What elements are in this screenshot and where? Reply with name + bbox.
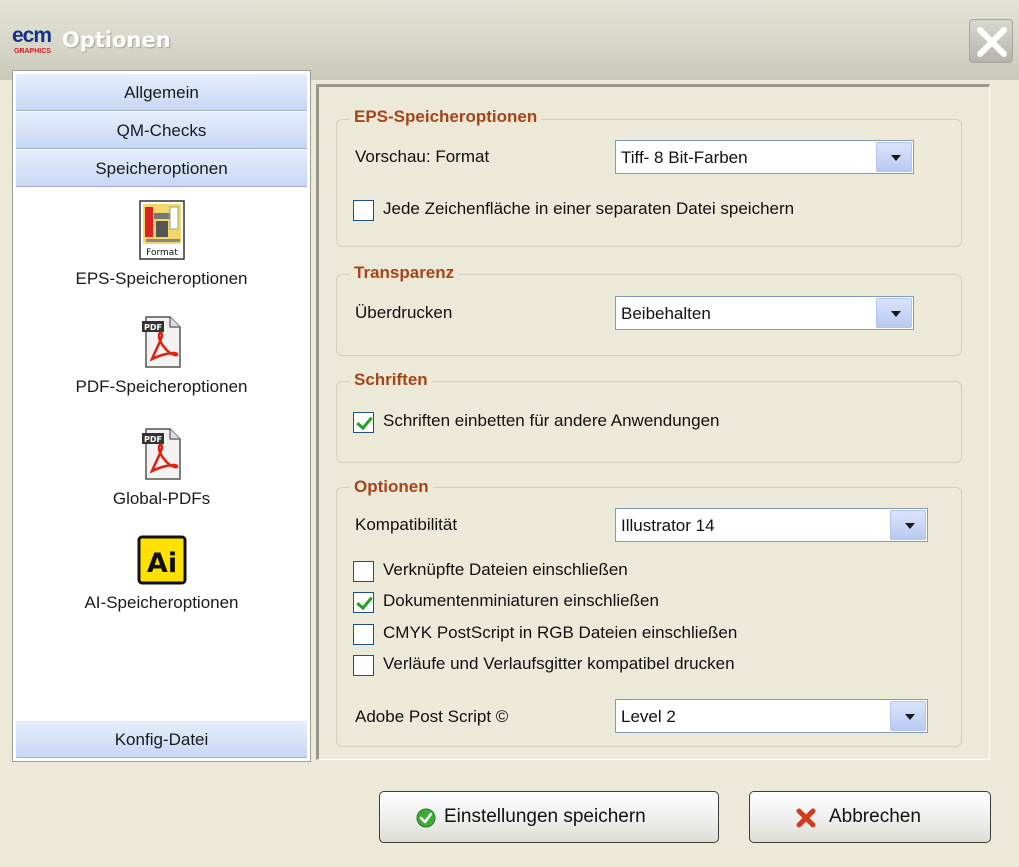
compat-value: Illustrator 14 — [621, 516, 715, 535]
category-sidebar: Allgemein QM-Checks Speicheroptionen For… — [12, 70, 311, 762]
checkbox-label: CMYK PostScript in RGB Dateien einschlie… — [383, 623, 738, 642]
cancel-button-label: Abbrechen — [829, 806, 921, 827]
transparency-group-title: Transparenz — [350, 263, 459, 283]
overprint-value: Beibehalten — [621, 304, 711, 323]
logo-text: ecm — [12, 24, 52, 47]
cancel-x-icon — [796, 808, 816, 828]
tab-speicheroptionen[interactable]: Speicheroptionen — [16, 150, 307, 187]
checkbox-label: Verknüpfte Dateien einschließen — [383, 560, 628, 579]
thumbnails-checkbox[interactable]: Dokumentenminiaturen einschließen — [353, 591, 953, 615]
tab-qm-checks[interactable]: QM-Checks — [16, 112, 307, 149]
sidebar-item-ai[interactable]: Ai AI-Speicheroptionen — [13, 535, 310, 613]
svg-text:PDF: PDF — [144, 435, 162, 444]
eps-format-icon: Format — [138, 200, 185, 260]
postscript-level-value: Level 2 — [621, 707, 676, 726]
ecm-logo: ecm GRAPHICS — [12, 24, 56, 62]
illustrator-icon: Ai — [137, 535, 186, 585]
compat-label: Kompatibilität — [355, 515, 458, 534]
window-title: Optionen — [62, 28, 171, 52]
pdf-icon: PDF — [141, 316, 181, 368]
close-button[interactable] — [969, 19, 1013, 63]
chevron-down-icon[interactable] — [876, 142, 912, 172]
sidebar-item-global-pdfs[interactable]: PDF Global-PDFs — [13, 427, 310, 509]
sidebar-item-pdf[interactable]: PDF PDF-Speicheroptionen — [13, 315, 310, 397]
checkbox-label: Verläufe und Verlaufsgitter kompatibel d… — [383, 654, 735, 673]
pdf-icon: PDF — [141, 428, 181, 480]
sidebar-item-label: EPS-Speicheroptionen — [75, 269, 248, 288]
checkbox-box[interactable] — [353, 412, 374, 433]
logo-subtext: GRAPHICS — [14, 48, 51, 55]
cmyk-postscript-checkbox[interactable]: CMYK PostScript in RGB Dateien einschlie… — [353, 623, 953, 647]
separate-files-checkbox[interactable]: Jede Zeichenfläche in einer separaten Da… — [353, 199, 953, 223]
sidebar-item-label: PDF-Speicheroptionen — [75, 377, 248, 396]
postscript-label: Adobe Post Script © — [355, 707, 509, 726]
chevron-down-icon[interactable] — [876, 298, 912, 328]
close-icon — [977, 27, 1007, 57]
svg-text:Ai: Ai — [146, 548, 176, 579]
svg-text:PDF: PDF — [144, 323, 162, 332]
compat-select[interactable]: Illustrator 14 — [615, 508, 928, 542]
eps-options-group — [336, 119, 962, 247]
save-settings-button[interactable]: Einstellungen speichern — [379, 791, 719, 843]
fonts-group-title: Schriften — [350, 370, 432, 390]
preview-format-label: Vorschau: Format — [355, 147, 490, 166]
checkbox-box[interactable] — [353, 655, 374, 676]
checkbox-box[interactable] — [353, 200, 374, 221]
save-button-label: Einstellungen speichern — [444, 806, 646, 827]
checkbox-box[interactable] — [353, 624, 374, 645]
options-group-title: Optionen — [350, 477, 433, 497]
tab-allgemein[interactable]: Allgemein — [16, 74, 307, 111]
checkbox-box[interactable] — [353, 561, 374, 582]
checkbox-box[interactable] — [353, 592, 374, 613]
svg-text:Format: Format — [146, 248, 178, 258]
checkbox-label: Jede Zeichenfläche in einer separaten Da… — [383, 199, 795, 218]
check-circle-icon — [416, 808, 436, 828]
sidebar-item-label: Global-PDFs — [112, 489, 211, 508]
checkbox-label: Dokumentenminiaturen einschließen — [383, 591, 659, 610]
postscript-level-select[interactable]: Level 2 — [615, 699, 928, 733]
preview-format-value: Tiff- 8 Bit-Farben — [621, 148, 748, 167]
overprint-select[interactable]: Beibehalten — [615, 296, 914, 330]
eps-group-title: EPS-Speicheroptionen — [350, 107, 542, 127]
linked-files-checkbox[interactable]: Verknüpfte Dateien einschließen — [353, 560, 953, 584]
sidebar-item-label: AI-Speicheroptionen — [84, 593, 239, 612]
embed-fonts-checkbox[interactable]: Schriften einbetten für andere Anwendung… — [353, 411, 953, 435]
chevron-down-icon[interactable] — [890, 510, 926, 540]
sidebar-item-eps[interactable]: Format EPS-Speicheroptionen — [13, 199, 310, 289]
tab-konfig-datei[interactable]: Konfig-Datei — [16, 721, 307, 758]
checkbox-label: Schriften einbetten für andere Anwendung… — [383, 411, 720, 430]
chevron-down-icon[interactable] — [890, 701, 926, 731]
cancel-button[interactable]: Abbrechen — [749, 791, 991, 843]
gradients-checkbox[interactable]: Verläufe und Verlaufsgitter kompatibel d… — [353, 654, 953, 678]
title-bar: ecm GRAPHICS Optionen — [0, 0, 1019, 80]
preview-format-select[interactable]: Tiff- 8 Bit-Farben — [615, 140, 914, 174]
overprint-label: Überdrucken — [355, 303, 453, 322]
